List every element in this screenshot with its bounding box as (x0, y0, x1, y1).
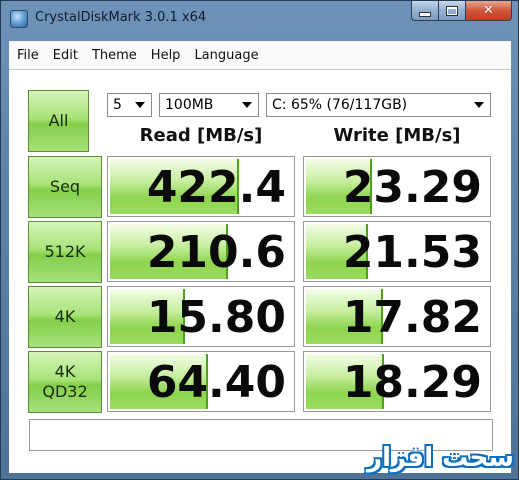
4k-read-result: 15.80 (107, 286, 295, 347)
512k-button[interactable]: 512K (28, 221, 102, 283)
result-value: 210.6 (146, 227, 286, 278)
result-value: 422.4 (146, 162, 286, 213)
512k-read-result: 210.6 (107, 221, 295, 282)
window-title: CrystalDiskMark 3.0.1 x64 (35, 10, 207, 25)
title-bar[interactable]: CrystalDiskMark 3.0.1 x64 ✕ (1, 1, 518, 37)
disk-app-icon (10, 10, 28, 28)
maximize-button[interactable] (439, 1, 466, 21)
result-value: 17.82 (342, 292, 482, 343)
menu-help[interactable]: Help (145, 48, 187, 63)
maximize-icon (446, 5, 458, 16)
4k-qd32-read-result: 64.40 (107, 351, 295, 412)
4k-qd32-button[interactable]: 4K QD32 (28, 351, 102, 413)
result-value: 15.80 (146, 292, 286, 343)
all-button[interactable]: All (28, 90, 89, 152)
seq-write-result: 23.29 (303, 156, 491, 217)
minimize-icon (419, 11, 431, 17)
menu-language[interactable]: Language (188, 48, 264, 63)
seq-read-result: 422.4 (107, 156, 295, 217)
4k-button[interactable]: 4K (28, 286, 102, 348)
write-column-header: Write [MB/s] (333, 125, 461, 146)
size-select[interactable]: 100MB (159, 93, 259, 117)
close-button[interactable]: ✕ (466, 1, 512, 21)
result-value: 21.53 (342, 227, 482, 278)
512k-write-result: 21.53 (303, 221, 491, 282)
result-value: 64.40 (146, 357, 286, 408)
chevron-down-icon (135, 102, 145, 108)
menu-edit[interactable]: Edit (47, 48, 84, 63)
seq-button[interactable]: Seq (28, 156, 102, 218)
read-column-header: Read [MB/s] (139, 125, 263, 146)
result-value: 23.29 (342, 162, 482, 213)
chevron-down-icon (474, 102, 484, 108)
chevron-down-icon (242, 102, 252, 108)
menu-file[interactable]: File (11, 48, 45, 63)
main-panel: All 5 100MB C: 65% (76/117GB) Read [MB/s… (9, 70, 511, 473)
runs-select[interactable]: 5 (107, 93, 152, 117)
4k-write-result: 17.82 (303, 286, 491, 347)
close-icon: ✕ (483, 3, 494, 18)
drive-value: C: 65% (76/117GB) (272, 97, 408, 113)
caption-buttons: ✕ (411, 1, 512, 23)
drive-select[interactable]: C: 65% (76/117GB) (266, 93, 491, 117)
watermark-text: سحت افزار (367, 443, 514, 473)
watermark-logo: سحت افزار (354, 443, 514, 475)
result-value: 18.29 (342, 357, 482, 408)
size-value: 100MB (165, 97, 214, 113)
runs-value: 5 (113, 97, 122, 113)
4k-qd32-write-result: 18.29 (303, 351, 491, 412)
menu-theme[interactable]: Theme (86, 48, 143, 63)
app-window: CrystalDiskMark 3.0.1 x64 ✕ File Edit Th… (0, 0, 519, 480)
menu-bar: File Edit Theme Help Language (9, 41, 511, 70)
minimize-button[interactable] (411, 1, 439, 21)
